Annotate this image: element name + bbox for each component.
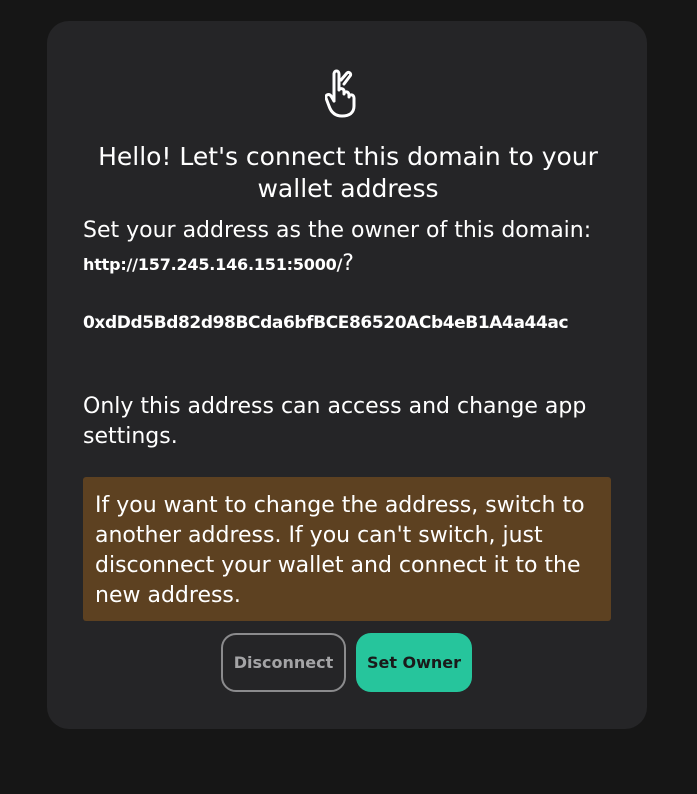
wallet-address: 0xdDd5Bd82d98BCda6bfBCE86520ACb4eB1A4a44… xyxy=(83,313,569,333)
switch-address-notice: If you want to change the address, switc… xyxy=(83,477,611,621)
disconnect-button[interactable]: Disconnect xyxy=(221,633,346,692)
domain-url: http://157.245.146.151:5000/ xyxy=(83,255,343,274)
intro-before: Set your address as the owner of this do… xyxy=(83,218,592,243)
owner-modal xyxy=(47,21,647,729)
access-note: Only this address can access and change … xyxy=(83,394,587,449)
modal-title: Hello! Let's connect this domain to your… xyxy=(98,142,598,203)
set-owner-button[interactable]: Set Owner xyxy=(356,633,472,692)
raised-hand-icon xyxy=(325,69,356,118)
intro-text: Set your address as the owner of this do… xyxy=(83,214,613,281)
intro-after: ? xyxy=(342,251,354,276)
